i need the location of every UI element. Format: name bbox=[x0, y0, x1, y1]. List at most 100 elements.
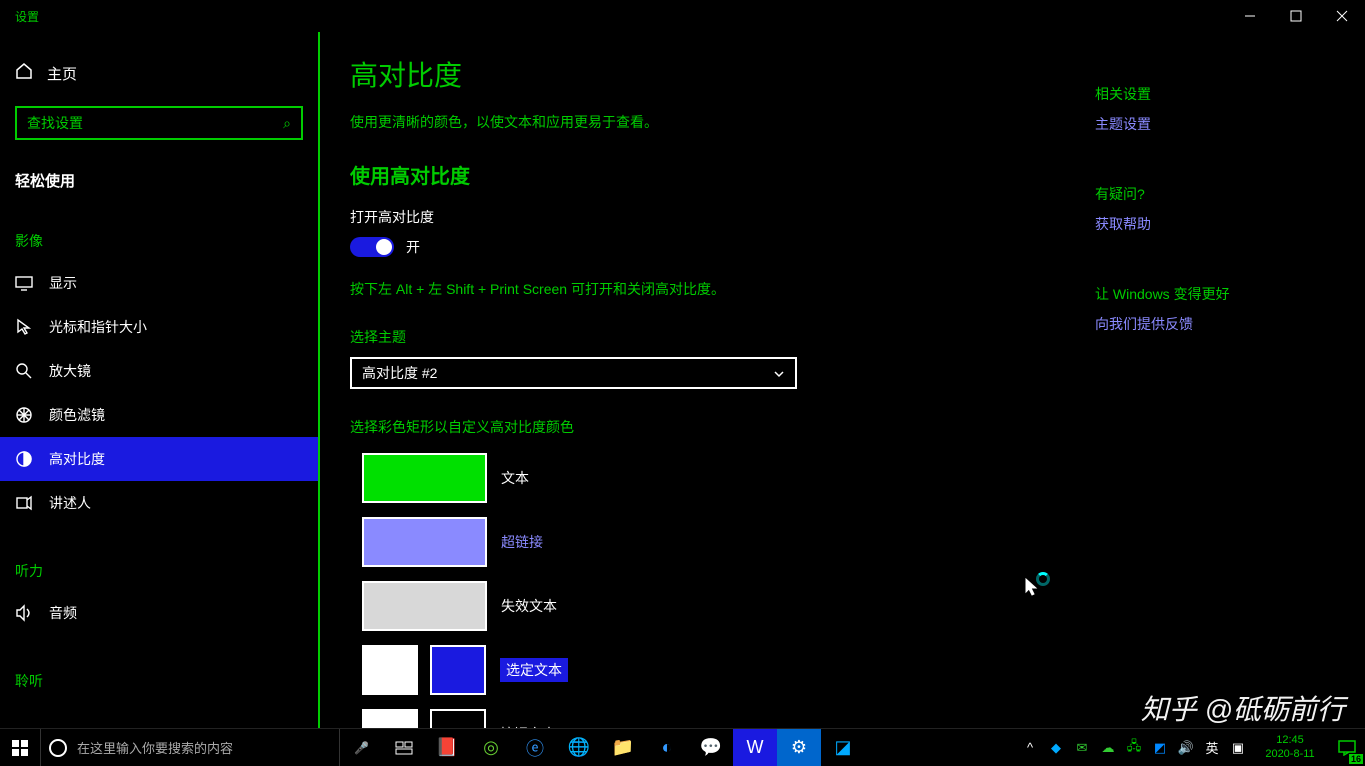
swatch-disabled[interactable] bbox=[362, 581, 487, 631]
swatch-text[interactable] bbox=[362, 453, 487, 503]
related-settings-heading: 相关设置 bbox=[1095, 84, 1335, 104]
tray-ime-button[interactable]: 英 bbox=[1199, 738, 1225, 757]
swatch-button-fg[interactable] bbox=[362, 709, 418, 728]
swatch-section-label: 选择彩色矩形以自定义高对比度颜色 bbox=[350, 417, 1085, 437]
help-heading: 有疑问? bbox=[1095, 184, 1335, 204]
notification-button[interactable]: 16 bbox=[1329, 729, 1365, 766]
toggle-label: 打开高对比度 bbox=[350, 207, 1085, 227]
tray-icon-2[interactable]: ✉ bbox=[1069, 740, 1095, 756]
taskbar-app-wechat[interactable]: 💬 bbox=[689, 729, 733, 766]
home-button[interactable]: 主页 bbox=[0, 52, 318, 94]
nav-label: 颜色滤镜 bbox=[49, 405, 105, 425]
sidebar-item-cursor[interactable]: 光标和指针大小 bbox=[0, 305, 318, 349]
toggle-row: 开 bbox=[350, 237, 1085, 257]
taskbar-spacer bbox=[865, 729, 1017, 766]
high-contrast-toggle[interactable] bbox=[350, 237, 394, 257]
mic-button[interactable]: 🎤 bbox=[340, 729, 383, 766]
swatch-selected-group bbox=[362, 645, 486, 695]
nav-items-hearing: 音频 bbox=[0, 591, 318, 635]
color-filters-icon bbox=[15, 406, 33, 424]
taskbar-app-8[interactable]: ◪ bbox=[821, 729, 865, 766]
page-description: 使用更清晰的颜色，以使文本和应用更易于查看。 bbox=[350, 112, 1085, 132]
high-contrast-icon bbox=[15, 450, 33, 468]
feedback-block: 让 Windows 变得更好 向我们提供反馈 bbox=[1095, 284, 1335, 334]
minimize-button[interactable] bbox=[1227, 0, 1273, 32]
toggle-knob bbox=[376, 239, 392, 255]
tray-overflow-button[interactable]: ^ bbox=[1017, 740, 1043, 755]
sidebar-item-narrator[interactable]: 讲述人 bbox=[0, 481, 318, 525]
section-use-high-contrast: 使用高对比度 bbox=[350, 160, 1085, 189]
swatch-hyperlink[interactable] bbox=[362, 517, 487, 567]
nav-label: 讲述人 bbox=[49, 493, 91, 513]
magnifier-icon bbox=[15, 362, 33, 380]
swatch-text-label: 文本 bbox=[501, 468, 529, 488]
swatch-selected-fg[interactable] bbox=[362, 645, 418, 695]
sidebar-item-high-contrast[interactable]: 高对比度 bbox=[0, 437, 318, 481]
swatch-selected-label: 选定文本 bbox=[500, 658, 568, 682]
busy-spinner-icon bbox=[1036, 572, 1050, 586]
taskbar-app-1[interactable]: 📕 bbox=[425, 729, 469, 766]
taskbar-app-5[interactable]: ◐ bbox=[645, 729, 689, 766]
sidebar-item-display[interactable]: 显示 bbox=[0, 261, 318, 305]
taskbar-app-wps[interactable]: W bbox=[733, 729, 777, 766]
theme-settings-link[interactable]: 主题设置 bbox=[1095, 114, 1335, 134]
nav-label: 音频 bbox=[49, 603, 77, 623]
settings-window: 设置 主页 ⌕ 轻松使用 影像 显示 bbox=[0, 0, 1365, 728]
search-input[interactable] bbox=[27, 115, 283, 131]
taskbar-app-explorer[interactable]: 📁 bbox=[601, 729, 645, 766]
tray-icon-3[interactable]: ☁ bbox=[1095, 740, 1121, 756]
notification-badge: 16 bbox=[1349, 754, 1363, 764]
close-button[interactable] bbox=[1319, 0, 1365, 32]
nav-label: 显示 bbox=[49, 273, 77, 293]
display-icon bbox=[15, 274, 33, 292]
feedback-link[interactable]: 向我们提供反馈 bbox=[1095, 314, 1335, 334]
maximize-button[interactable] bbox=[1273, 0, 1319, 32]
get-help-link[interactable]: 获取帮助 bbox=[1095, 214, 1335, 234]
shortcut-hint: 按下左 Alt + 左 Shift + Print Screen 可打开和关闭高… bbox=[350, 279, 1085, 299]
taskbar-app-chrome[interactable]: 🌐 bbox=[557, 729, 601, 766]
sidebar-item-color-filters[interactable]: 颜色滤镜 bbox=[0, 393, 318, 437]
nav-label: 放大镜 bbox=[49, 361, 91, 381]
help-block: 有疑问? 获取帮助 bbox=[1095, 184, 1335, 234]
swatch-button-bg[interactable] bbox=[430, 709, 486, 728]
right-column: 相关设置 主题设置 有疑问? 获取帮助 让 Windows 变得更好 向我们提供… bbox=[1085, 54, 1335, 728]
taskbar-search[interactable]: 在这里输入你要搜索的内容 bbox=[40, 729, 340, 766]
swatch-row-hyperlink: 超链接 bbox=[350, 517, 1085, 567]
swatch-selected-bg[interactable] bbox=[430, 645, 486, 695]
nav-label: 光标和指针大小 bbox=[49, 317, 147, 337]
improve-heading: 让 Windows 变得更好 bbox=[1095, 284, 1335, 304]
sidebar-category-hearing: 听力 bbox=[0, 555, 318, 583]
page-title: 高对比度 bbox=[350, 54, 1085, 94]
swatch-disabled-label: 失效文本 bbox=[501, 596, 557, 616]
nav-items-vision: 显示 光标和指针大小 放大镜 颜色滤镜 高对比度 bbox=[0, 261, 318, 525]
taskbar-app-settings[interactable]: ⚙ bbox=[777, 729, 821, 766]
home-label: 主页 bbox=[47, 63, 77, 84]
taskbar-apps: 📕 ◎ ⓔ 🌐 📁 ◐ 💬 W ⚙ ◪ bbox=[425, 729, 865, 766]
sidebar-item-audio[interactable]: 音频 bbox=[0, 591, 318, 635]
taskbar-app-ie[interactable]: ⓔ bbox=[513, 729, 557, 766]
start-button[interactable] bbox=[0, 729, 40, 766]
home-icon bbox=[15, 62, 33, 84]
tray-icon-1[interactable]: ◆ bbox=[1043, 740, 1069, 756]
body-area: 主页 ⌕ 轻松使用 影像 显示 光标和指针大小 放大镜 bbox=[0, 32, 1365, 728]
window-title: 设置 bbox=[15, 8, 39, 25]
swatch-list: 文本 超链接 失效文本 选定文本 bbox=[350, 453, 1085, 728]
sidebar-item-magnifier[interactable]: 放大镜 bbox=[0, 349, 318, 393]
taskbar-app-browser[interactable]: ◎ bbox=[469, 729, 513, 766]
swatch-row-selected: 选定文本 bbox=[350, 645, 1085, 695]
search-icon: ⌕ bbox=[283, 115, 291, 132]
sidebar-section-title: 轻松使用 bbox=[0, 152, 318, 195]
taskbar-clock[interactable]: 12:45 2020-8-11 bbox=[1251, 729, 1329, 766]
cursor-icon bbox=[15, 318, 33, 336]
tray-network-icon[interactable]: 🖧 bbox=[1121, 737, 1147, 759]
task-view-button[interactable] bbox=[383, 729, 425, 766]
search-box[interactable]: ⌕ bbox=[15, 106, 303, 140]
tray-icon-5[interactable]: ◩ bbox=[1147, 740, 1173, 756]
tray-icon-7[interactable]: ▣ bbox=[1225, 740, 1251, 756]
narrator-icon bbox=[15, 494, 33, 512]
theme-label: 选择主题 bbox=[350, 327, 1085, 347]
sidebar: 主页 ⌕ 轻松使用 影像 显示 光标和指针大小 放大镜 bbox=[0, 32, 320, 728]
clock-date: 2020-8-11 bbox=[1265, 748, 1314, 761]
tray-volume-icon[interactable]: 🔊 bbox=[1173, 740, 1199, 756]
theme-select[interactable]: 高对比度 #2 bbox=[350, 357, 797, 389]
